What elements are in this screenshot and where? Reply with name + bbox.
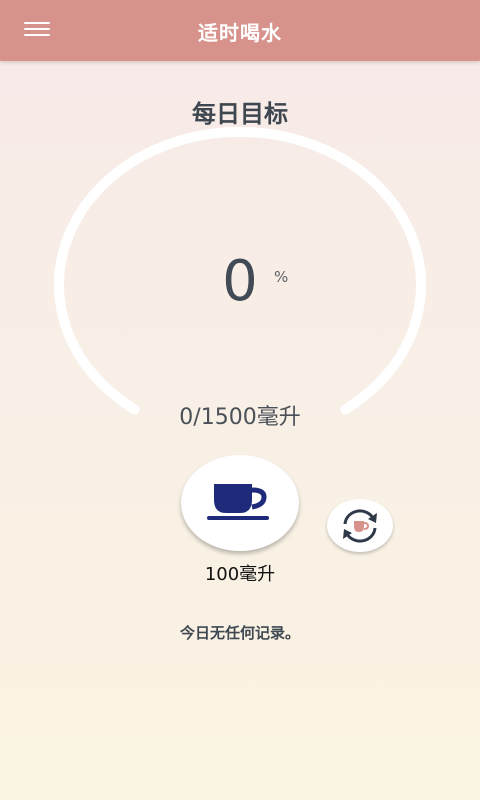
switch-cup-button[interactable]	[327, 499, 393, 552]
goal-percent: 0	[222, 249, 258, 314]
percent-sign: %	[274, 268, 289, 286]
cup-volume-label: 100毫升	[204, 564, 276, 585]
progress-ring	[54, 126, 426, 415]
drink-cup-button[interactable]	[181, 455, 299, 551]
coffee-cup-icon	[207, 484, 269, 520]
swap-cup-icon	[343, 509, 377, 543]
empty-records-note: 今日无任何记录。	[179, 624, 300, 642]
intake-amount: 0/1500毫升	[179, 405, 301, 430]
